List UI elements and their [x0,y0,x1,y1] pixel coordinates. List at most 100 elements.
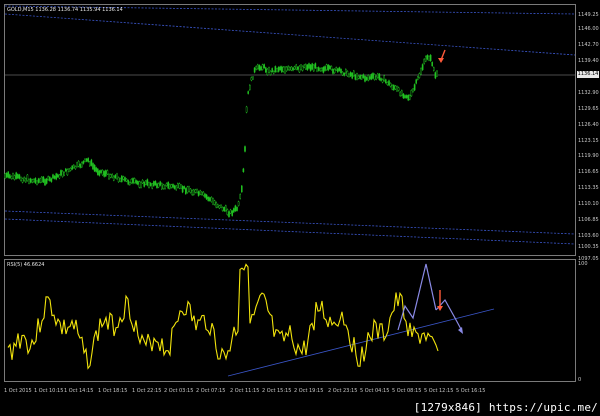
time-axis[interactable]: 1 Oct 2015 1 Oct 10:15 1 Oct 14:15 1 Oct… [4,388,576,398]
candle-body [216,204,219,208]
candle-body [26,174,29,181]
candle-body [15,172,18,179]
candle-body [248,84,251,90]
candle-body [391,85,394,90]
candle-body [13,175,16,180]
candle-body [370,74,373,80]
candle-body [290,66,293,71]
candle-body [335,67,338,71]
candle-body [316,67,318,72]
candle-body [17,174,19,179]
candle-body [308,63,310,69]
candle-body [202,191,205,196]
candle-body [197,191,200,196]
candle-body [433,67,435,71]
time-axis-label: 5 Oct 12:15 [424,388,454,394]
candle-body [55,173,57,180]
time-axis-label: 1 Oct 2015 [4,388,32,394]
candle-body [311,63,314,70]
price-axis-label: 1146.00 [578,26,599,32]
candle-body [116,173,118,180]
candle-body [313,64,315,72]
candle-body [298,65,301,73]
candle-body [260,66,262,71]
candle-body [34,178,37,184]
candle-body [20,177,22,181]
candle-body [377,73,379,79]
candle-body [151,183,154,189]
candle-body [88,161,91,167]
candle-body [12,173,14,179]
candle-body [71,165,73,170]
candle-body [429,54,432,62]
candle-body [186,186,189,193]
candle-body [271,68,274,72]
candle-body [207,196,210,201]
candle-body [357,76,360,79]
candle-body [343,72,346,76]
candle-body [199,190,202,195]
red-arrow-price [438,49,446,63]
candle-body [417,76,419,80]
candle-body [80,162,83,168]
candle-body [84,158,86,162]
candle-body [428,56,430,61]
candle-body [5,173,8,178]
candle-body [413,84,416,91]
price-axis-label: 1123.15 [578,138,599,144]
candle-body [356,73,358,80]
candle-body [92,163,94,170]
candle-body [314,63,317,69]
candle-body [340,69,342,74]
candle-body [160,183,163,190]
candle-body [189,188,192,193]
candle-body [127,180,129,185]
rsi-axis-max: 100 [578,261,588,267]
candle-body [221,207,224,211]
price-axis-label: 1116.65 [578,169,599,175]
candle-body [421,64,424,71]
rsi-trendline[interactable] [227,308,495,377]
candle-body [36,180,38,185]
price-axis[interactable]: 1149.25 1146.00 1142.70 1139.40 1132.90 … [576,4,600,384]
candle-body [393,84,395,91]
candle-body [184,188,187,195]
price-axis-label: 1113.35 [578,185,599,191]
watermark: [1279x846] https://upic.me/ [413,401,598,414]
candle-body [120,175,123,182]
candle-body [349,72,352,77]
time-axis-label: 2 Oct 11:15 [230,388,260,394]
candle-body [64,168,67,172]
candle-body [103,171,105,177]
candle-body [301,66,304,71]
candle-body [258,65,261,71]
candle-body [266,68,269,75]
candle-body [111,174,113,178]
candle-body [53,175,56,179]
time-axis-label: 2 Oct 15:15 [262,388,292,394]
candle-body [365,77,368,81]
candle-body [132,178,134,184]
candle-body [250,77,253,81]
candle-body [140,182,142,188]
candle-body [345,69,347,74]
candle-body [240,185,243,193]
candle-body [218,205,221,209]
candle-body [167,182,170,189]
candle-body [322,67,325,73]
candle-body [337,68,339,73]
candle-body [25,178,27,183]
symbol-info: GOLD,M15 1136.28 1136.74 1135.94 1136.14 [7,7,123,13]
price-axis-label: 1119.90 [578,153,599,159]
candle-body [172,184,174,188]
candle-body [37,178,40,183]
candle-body [252,76,254,80]
candle-body [353,70,355,77]
candle-body [149,182,152,186]
candle-body [394,85,397,90]
candle-body [420,68,422,75]
time-axis-label: 2 Oct 23:15 [328,388,358,394]
candle-body [29,178,32,183]
upper-channel-line-2[interactable] [4,13,576,56]
candle-body [106,170,109,175]
